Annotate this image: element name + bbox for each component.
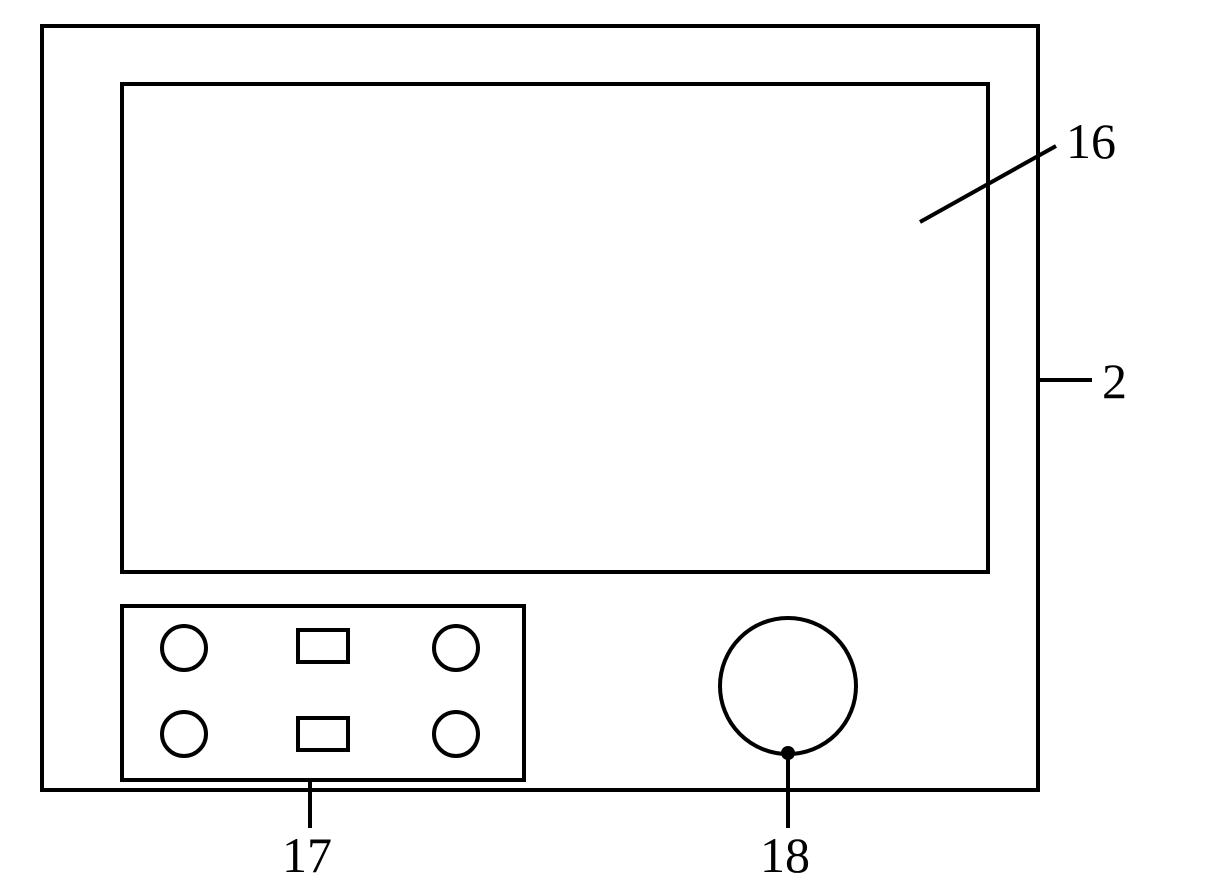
leader-17 bbox=[308, 778, 312, 828]
panel-button-circle bbox=[160, 710, 208, 758]
leader-18 bbox=[786, 752, 790, 828]
label-18: 18 bbox=[760, 826, 810, 884]
panel-button-rect bbox=[296, 628, 350, 664]
panel-button-circle bbox=[432, 624, 480, 672]
panel-button-circle bbox=[432, 710, 480, 758]
panel-button-circle bbox=[160, 624, 208, 672]
label-16: 16 bbox=[1066, 112, 1116, 170]
knob bbox=[718, 616, 858, 756]
display-screen bbox=[120, 82, 990, 574]
leader-2 bbox=[1040, 378, 1092, 382]
diagram-canvas: 16 2 17 18 bbox=[0, 0, 1232, 865]
label-2: 2 bbox=[1102, 352, 1127, 410]
panel-button-rect bbox=[296, 716, 350, 752]
leader-18-dot bbox=[781, 746, 795, 760]
label-17: 17 bbox=[282, 826, 332, 884]
